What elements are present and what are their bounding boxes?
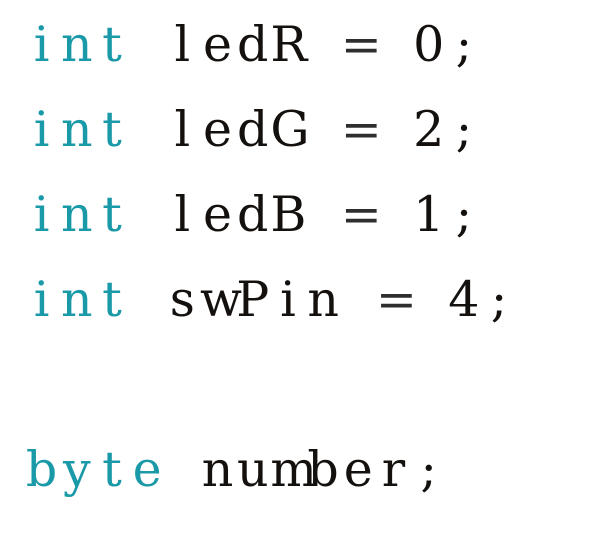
code-number: 4 xyxy=(448,271,480,328)
code-identifier: l e dR xyxy=(174,16,308,73)
code-operator: = xyxy=(340,186,382,243)
code-identifier: s wP i n xyxy=(169,271,339,328)
code-number: 2 xyxy=(413,101,445,158)
code-line: int l e dB = 1; xyxy=(24,172,481,257)
code-identifier: l e dB xyxy=(174,186,307,243)
code-line: byte numb e r; xyxy=(24,427,446,512)
code-punctuation: ; xyxy=(455,101,473,158)
code-punctuation: ; xyxy=(420,441,437,498)
code-keyword: int xyxy=(33,16,122,73)
code-line: int s wP i n = 4; xyxy=(24,257,517,342)
code-punctuation: ; xyxy=(455,186,473,243)
code-identifier: numb e r xyxy=(201,441,406,498)
code-keyword: int xyxy=(33,101,122,158)
code-number: 0 xyxy=(413,16,445,73)
code-keyword: int xyxy=(33,186,122,243)
code-number: 1 xyxy=(413,186,445,243)
code-operator: = xyxy=(375,271,417,328)
code-keyword: int xyxy=(33,271,122,328)
code-punctuation: ; xyxy=(455,16,473,73)
code-line: int l e dR = 0; xyxy=(24,2,481,87)
code-snippet-block: int l e dR = 0; i n t l e dG = 2; i n t l e dB = 1; i… xyxy=(0,0,600,543)
code-identifier: l e dG xyxy=(174,101,310,158)
code-operator: = xyxy=(340,16,382,73)
code-operator: = xyxy=(340,101,382,158)
code-punctuation: ; xyxy=(490,271,508,328)
code-keyword: byte xyxy=(25,441,162,498)
code-line: int l e dG = 2; xyxy=(24,87,481,172)
